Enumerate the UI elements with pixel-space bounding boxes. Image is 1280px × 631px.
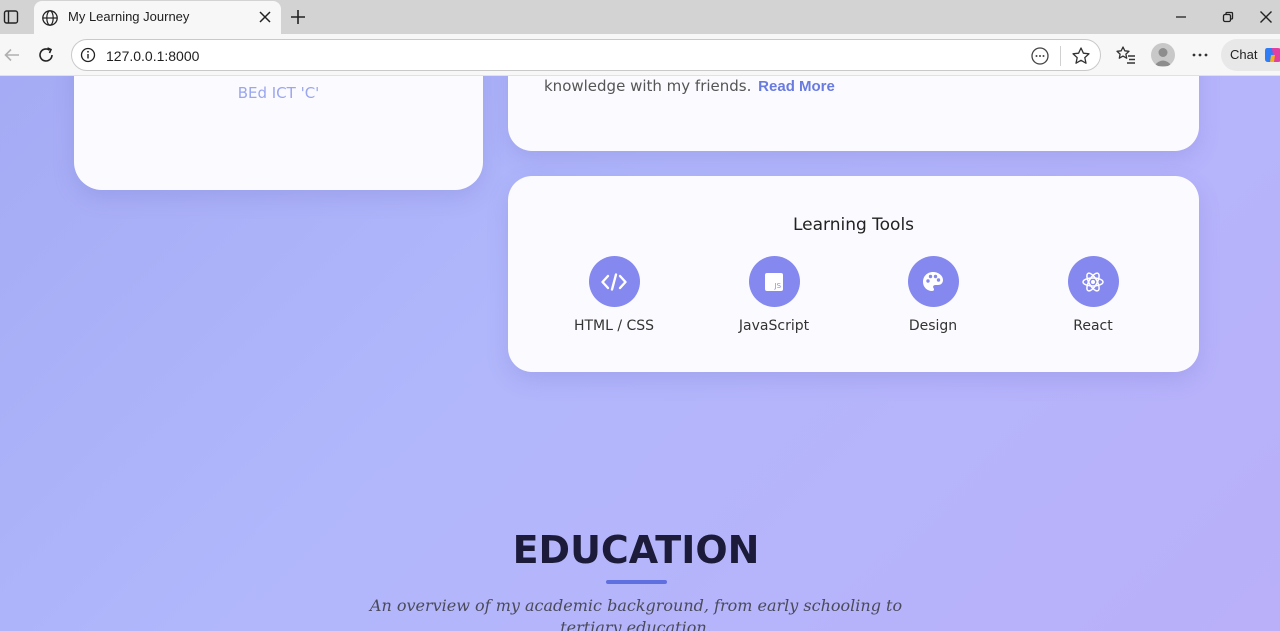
address-separator [1060, 46, 1061, 66]
tab-title: My Learning Journey [68, 9, 190, 24]
browser-toolbar: 127.0.0.1:8000 Chat [0, 34, 1280, 76]
atom-icon [1067, 256, 1119, 307]
more-dots-icon [1192, 53, 1208, 57]
copilot-chat-button[interactable]: Chat [1221, 39, 1280, 71]
page-viewport: BEd ICT 'C' knowledge with my friends. R… [0, 76, 1280, 631]
about-text: knowledge with my friends. Read More [544, 77, 835, 95]
copilot-icon [1265, 48, 1280, 62]
minimize-button[interactable] [1168, 6, 1194, 28]
new-tab-button[interactable] [287, 6, 309, 28]
read-more-link[interactable]: Read More [758, 78, 835, 95]
heading-underline [606, 580, 667, 584]
more-options-circle-icon[interactable] [1030, 46, 1050, 66]
url-text[interactable]: 127.0.0.1:8000 [106, 48, 199, 64]
tool-item-design[interactable]: Design [853, 256, 1013, 334]
js-icon: JS [748, 256, 800, 307]
plus-icon [291, 10, 305, 24]
chat-label: Chat [1230, 47, 1258, 62]
favorite-star-icon[interactable] [1071, 46, 1091, 66]
close-tab-icon[interactable] [258, 10, 272, 24]
code-icon [588, 256, 640, 307]
profile-card: BEd ICT 'C' [74, 76, 483, 190]
close-window-button[interactable] [1253, 6, 1279, 28]
minimize-icon [1176, 16, 1186, 18]
settings-menu-button[interactable] [1189, 44, 1211, 66]
tool-label: React [1073, 318, 1113, 334]
browser-tab[interactable]: My Learning Journey [34, 1, 281, 34]
address-bar[interactable]: 127.0.0.1:8000 [71, 39, 1101, 71]
education-subtitle: An overview of my academic background, f… [369, 596, 903, 631]
back-arrow-icon [4, 48, 19, 62]
about-card: knowledge with my friends. Read More [508, 76, 1199, 151]
tool-label: JavaScript [738, 318, 810, 334]
profile-class-label: BEd ICT 'C' [237, 84, 320, 102]
learning-tools-card: Learning Tools HTML / CSS JS JavaScript … [508, 176, 1199, 372]
favorites-list-icon [1116, 46, 1135, 64]
person-icon [1154, 48, 1172, 66]
reload-icon [39, 47, 53, 62]
info-icon[interactable] [80, 47, 96, 63]
tool-item-html-css[interactable]: HTML / CSS [534, 256, 694, 334]
sidebar-toggle-icon[interactable] [0, 5, 22, 29]
tool-item-javascript[interactable]: JS JavaScript [694, 256, 854, 334]
tool-label: HTML / CSS [573, 318, 655, 334]
about-text-body: knowledge with my friends. [544, 77, 752, 95]
close-icon [1260, 11, 1272, 23]
profile-avatar[interactable] [1151, 43, 1175, 67]
globe-icon [42, 10, 58, 26]
back-button[interactable] [0, 43, 24, 67]
tool-label: Design [908, 318, 958, 334]
learning-tools-title: Learning Tools [792, 215, 915, 235]
browser-tab-strip: My Learning Journey [0, 0, 1280, 34]
svg-text:JS: JS [774, 282, 782, 290]
tool-item-react[interactable]: React [1013, 256, 1173, 334]
education-heading: EDUCATION [512, 528, 760, 572]
reload-button[interactable] [34, 43, 58, 67]
favorites-button[interactable] [1115, 44, 1137, 66]
restore-icon [1222, 11, 1234, 23]
palette-icon [907, 256, 959, 307]
restore-button[interactable] [1215, 6, 1241, 28]
